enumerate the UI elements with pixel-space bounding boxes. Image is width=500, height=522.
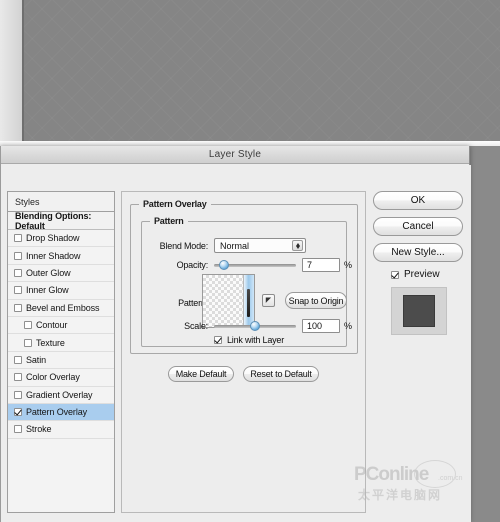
opacity-slider-handle[interactable] <box>219 260 229 270</box>
sidebar-item-label: Bevel and Emboss <box>26 302 100 313</box>
sidebar-item-label: Gradient Overlay <box>26 389 93 400</box>
preview-thumbnail <box>391 287 447 335</box>
sidebar-item-label: Texture <box>36 337 65 348</box>
ok-label: OK <box>410 195 426 206</box>
pattern-overlay-group: Pattern Overlay Pattern Blend Mode: Norm… <box>130 199 358 354</box>
pattern-preset-menu-button[interactable]: ◤ <box>262 294 275 307</box>
cancel-label: Cancel <box>402 221 434 232</box>
make-default-button[interactable]: Make Default <box>168 366 234 382</box>
opacity-input[interactable]: 7 <box>302 258 340 272</box>
sidebar-item-inner-shadow[interactable]: Inner Shadow <box>8 247 114 265</box>
make-default-label: Make Default <box>175 369 227 379</box>
effect-checkbox[interactable] <box>14 373 22 382</box>
opacity-value: 7 <box>307 260 313 270</box>
sidebar-item-label: Color Overlay <box>26 372 80 383</box>
link-with-layer-row[interactable]: Link with Layer <box>214 335 284 345</box>
dialog-body: Styles Blending Options: Default Drop Sh… <box>1 165 471 522</box>
effect-checkbox[interactable] <box>14 355 22 364</box>
sidebar-item-label: Stroke <box>26 424 52 435</box>
styles-effect-list: Drop Shadow Inner Shadow Outer Glow Inner G… <box>8 230 114 439</box>
dialog-titlebar[interactable]: Layer Style <box>1 146 469 164</box>
preview-checkbox[interactable] <box>391 270 399 279</box>
sidebar-item-label: Inner Shadow <box>26 250 81 261</box>
effect-checkbox[interactable] <box>14 303 22 312</box>
background-left-edge <box>22 0 24 141</box>
link-with-layer-label: Link with Layer <box>227 335 285 345</box>
blending-options-label: Blending Options: Default <box>15 210 92 231</box>
pattern-group-title: Pattern <box>150 216 188 226</box>
styles-list-panel: Styles Blending Options: Default Drop Sh… <box>7 191 115 513</box>
pattern-overlay-group-title: Pattern Overlay <box>139 199 211 209</box>
sidebar-item-blending-options[interactable]: Blending Options: Default <box>8 210 114 231</box>
styles-header-label: Styles <box>15 196 40 207</box>
cancel-button[interactable]: Cancel <box>373 217 463 236</box>
opacity-unit: % <box>344 260 353 270</box>
opacity-label: Opacity: <box>176 260 209 270</box>
background-right-area <box>470 146 500 522</box>
sidebar-item-gradient-overlay[interactable]: Gradient Overlay <box>8 387 114 404</box>
opacity-slider[interactable] <box>214 259 296 271</box>
scale-value: 100 <box>307 321 323 331</box>
dialog-actions-panel: OK Cancel New Style... Preview <box>373 191 465 513</box>
pattern-preset-menu-icon: ◤ <box>265 297 272 304</box>
new-style-button[interactable]: New Style... <box>373 243 463 262</box>
snap-to-origin-button[interactable]: Snap to Origin <box>285 292 347 309</box>
sidebar-item-drop-shadow[interactable]: Drop Shadow <box>8 230 114 248</box>
effect-checkbox[interactable] <box>14 251 22 260</box>
chevron-updown-icon[interactable] <box>292 240 303 251</box>
sidebar-item-label: Drop Shadow <box>26 233 80 244</box>
sidebar-item-satin[interactable]: Satin <box>8 352 114 370</box>
effect-checkbox[interactable] <box>14 286 22 295</box>
sidebar-item-label: Outer Glow <box>26 267 71 278</box>
effect-checkbox[interactable] <box>14 234 22 243</box>
pattern-label: Pattern: <box>178 298 208 308</box>
effect-checkbox[interactable] <box>24 338 32 347</box>
snap-to-origin-label: Snap to Origin <box>288 295 344 306</box>
preview-row[interactable]: Preview <box>391 269 465 280</box>
sidebar-item-color-overlay[interactable]: Color Overlay <box>8 369 114 387</box>
dialog-title: Layer Style <box>208 149 262 160</box>
reset-to-default-label: Reset to Default <box>250 369 312 379</box>
blend-mode-value: Normal <box>220 240 250 251</box>
effect-checkbox[interactable] <box>14 390 22 399</box>
sidebar-item-contour[interactable]: Contour <box>8 317 114 335</box>
preview-label: Preview <box>404 269 440 280</box>
sidebar-item-label: Contour <box>36 320 68 331</box>
sidebar-item-outer-glow[interactable]: Outer Glow <box>8 265 114 283</box>
effect-checkbox[interactable] <box>14 408 22 417</box>
background-left-panel <box>0 0 22 141</box>
effect-checkbox[interactable] <box>24 321 32 330</box>
sidebar-item-label: Satin <box>26 354 47 365</box>
scale-unit: % <box>344 321 353 331</box>
sidebar-item-label: Pattern Overlay <box>26 407 88 418</box>
scale-slider[interactable] <box>214 320 296 332</box>
pattern-overlay-panel: Pattern Overlay Pattern Blend Mode: Norm… <box>121 191 366 513</box>
preview-swatch <box>403 295 435 327</box>
ok-button[interactable]: OK <box>373 191 463 210</box>
layer-style-dialog: Layer Style Styles Blending Options: Def… <box>0 146 471 522</box>
reset-to-default-button[interactable]: Reset to Default <box>243 366 319 382</box>
sidebar-item-inner-glow[interactable]: Inner Glow <box>8 282 114 300</box>
blend-mode-label: Blend Mode: <box>159 240 209 251</box>
scale-label: Scale: <box>184 321 208 331</box>
sidebar-item-label: Inner Glow <box>26 285 69 296</box>
blend-mode-select[interactable]: Normal <box>214 238 306 253</box>
link-with-layer-checkbox[interactable] <box>214 336 222 344</box>
screenshot-root: Layer Style Styles Blending Options: Def… <box>0 0 500 522</box>
new-style-label: New Style... <box>391 247 445 258</box>
sidebar-item-texture[interactable]: Texture <box>8 334 114 352</box>
styles-list-header: Styles <box>8 192 114 212</box>
sidebar-item-stroke[interactable]: Stroke <box>8 421 114 439</box>
scale-input[interactable]: 100 <box>302 319 340 333</box>
pattern-group: Pattern Blend Mode: Normal Opacity: 7 % … <box>141 216 352 347</box>
effect-checkbox[interactable] <box>14 268 22 277</box>
sidebar-item-pattern-overlay[interactable]: Pattern Overlay <box>8 403 114 422</box>
effect-checkbox[interactable] <box>14 425 22 434</box>
scale-slider-handle[interactable] <box>250 321 260 331</box>
sidebar-item-bevel-and-emboss[interactable]: Bevel and Emboss <box>8 300 114 317</box>
pattern-picker-scrollbar-thumb[interactable] <box>247 289 250 317</box>
